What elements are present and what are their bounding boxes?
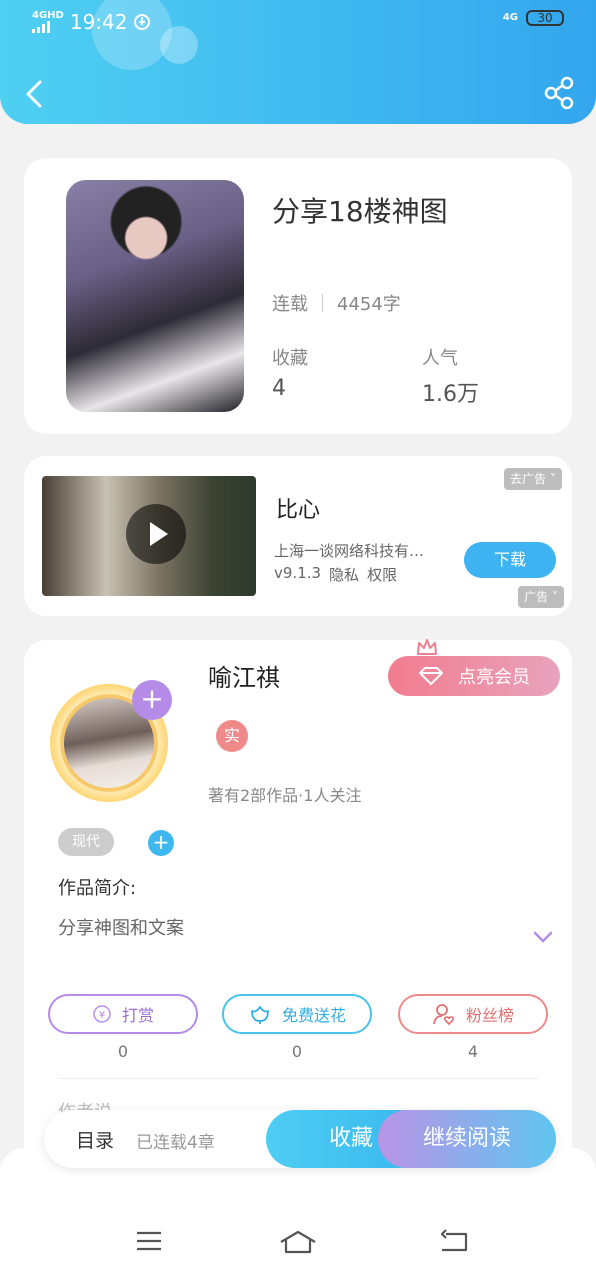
reading-action-bar: 目录 已连载4章 收藏 继续阅读 xyxy=(44,1110,556,1168)
status-bar: 4GHD 19:42 4G 30 xyxy=(32,10,564,38)
fan-count: 4 xyxy=(467,1042,479,1061)
mobile-network-label: 4G xyxy=(502,12,518,23)
ad-label: 广告 xyxy=(524,590,549,604)
ad-version-row: v9.1.3 隐私 权限 xyxy=(274,564,397,585)
fan-rank-label: 粉丝榜 xyxy=(465,1006,514,1025)
popularity-value: 1.6万 xyxy=(422,382,479,407)
favorites-value: 4 xyxy=(272,376,286,401)
continue-reading-button[interactable]: 继续阅读 xyxy=(378,1110,556,1168)
send-flower-label: 免费送花 xyxy=(281,1006,346,1025)
ad-video-thumbnail[interactable] xyxy=(42,476,256,596)
network-label: 4GHD xyxy=(32,10,64,21)
book-status-row: 连载 4454字 xyxy=(272,290,401,316)
remove-ad-label: 去广告 xyxy=(510,472,547,486)
share-icon xyxy=(544,76,574,110)
send-flower-button[interactable]: 免费送花 xyxy=(222,994,372,1034)
header: 4GHD 19:42 4G 30 xyxy=(0,0,596,124)
ad-privacy-link[interactable]: 隐私 xyxy=(329,564,359,585)
popularity-label: 人气 xyxy=(422,348,458,369)
diamond-icon xyxy=(419,667,443,685)
ad-tag[interactable]: 广告 ˅ xyxy=(518,586,564,608)
author-meta: 著有2部作品·1人关注 xyxy=(208,786,362,805)
author-name: 喻江祺 xyxy=(208,664,280,692)
word-count: 4454字 xyxy=(337,294,401,315)
home-icon[interactable] xyxy=(278,1228,318,1256)
ad-permissions-link[interactable]: 权限 xyxy=(367,564,397,585)
menu-icon[interactable] xyxy=(134,1228,164,1254)
ad-app-name: 比心 xyxy=(276,498,321,523)
intro-text: 分享神图和文案 xyxy=(58,918,184,939)
user-heart-icon xyxy=(433,1004,455,1026)
intro-label: 作品简介: xyxy=(58,878,137,899)
vip-button[interactable]: 点亮会员 xyxy=(388,656,560,696)
book-cover[interactable] xyxy=(66,180,244,412)
play-icon[interactable] xyxy=(126,504,186,564)
book-info-card: 分享18楼神图 连载 4454字 收藏 4 人气 1.6万 xyxy=(24,158,572,434)
signal-bars-icon xyxy=(32,21,64,33)
book-status: 连载 xyxy=(272,294,308,315)
favorites-label: 收藏 xyxy=(272,348,308,369)
flower-count: 0 xyxy=(291,1042,303,1061)
flower-icon xyxy=(251,1006,269,1024)
signal-indicator: 4GHD xyxy=(32,11,64,33)
system-nav-bar xyxy=(0,1212,596,1280)
fan-rank-button[interactable]: 粉丝榜 xyxy=(398,994,548,1034)
vip-label: 点亮会员 xyxy=(458,667,530,688)
chevron-down-icon[interactable] xyxy=(532,930,554,944)
back-nav-icon[interactable] xyxy=(438,1228,470,1256)
follow-plus-icon[interactable]: + xyxy=(132,680,172,720)
share-button[interactable] xyxy=(544,76,574,110)
back-button[interactable] xyxy=(20,74,52,114)
data-saver-icon xyxy=(134,14,151,30)
status-time: 19:42 xyxy=(69,10,128,34)
genre-tag[interactable]: 现代 xyxy=(58,828,114,856)
ad-download-button[interactable]: 下载 xyxy=(464,542,556,578)
add-tag-icon[interactable]: + xyxy=(148,830,174,856)
ad-card[interactable]: 比心 上海一谈网络科技有… v9.1.3 隐私 权限 下载 去广告 ˅ 广告 ˅ xyxy=(24,456,572,616)
battery-icon: 30 xyxy=(526,10,564,26)
verified-badge: 实 xyxy=(216,720,248,752)
svg-text:¥: ¥ xyxy=(99,1010,105,1021)
chapter-count: 已连载4章 xyxy=(136,1133,215,1153)
toc-button[interactable]: 目录 xyxy=(76,1126,114,1153)
tip-label: 打赏 xyxy=(121,1006,154,1025)
tip-count: 0 xyxy=(117,1042,129,1061)
ad-company: 上海一谈网络科技有… xyxy=(274,542,425,560)
chevron-left-icon xyxy=(26,80,42,108)
tip-button[interactable]: ¥ 打赏 xyxy=(48,994,198,1034)
remove-ad-tag[interactable]: 去广告 ˅ xyxy=(504,468,562,490)
coin-icon: ¥ xyxy=(93,1005,111,1023)
divider xyxy=(58,1078,538,1079)
ad-version: v9.1.3 xyxy=(274,564,322,582)
divider xyxy=(322,294,323,312)
crown-icon xyxy=(417,639,437,655)
book-title: 分享18楼神图 xyxy=(272,195,448,228)
